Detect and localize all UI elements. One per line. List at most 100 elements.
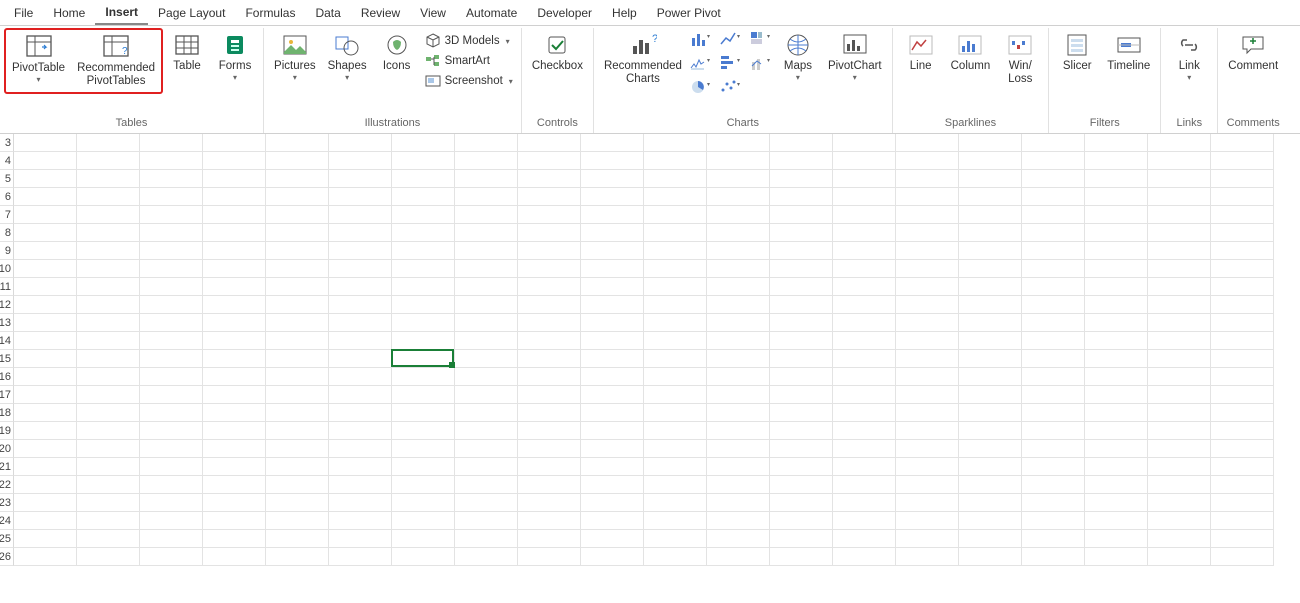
cell[interactable] <box>77 422 140 440</box>
cell[interactable] <box>455 242 518 260</box>
cell[interactable] <box>1022 152 1085 170</box>
cell[interactable] <box>1085 530 1148 548</box>
shapes-button[interactable]: Shapes ▾ <box>324 30 371 83</box>
cell[interactable] <box>770 296 833 314</box>
cell[interactable] <box>644 512 707 530</box>
row-header[interactable]: 4 <box>0 152 14 170</box>
cell[interactable] <box>581 170 644 188</box>
cell[interactable] <box>329 206 392 224</box>
cell[interactable] <box>1211 368 1274 386</box>
hierarchy-chart-button[interactable]: ▾ <box>750 30 772 48</box>
cell[interactable] <box>1022 296 1085 314</box>
cell[interactable] <box>203 404 266 422</box>
tab-home[interactable]: Home <box>43 0 95 25</box>
cell[interactable] <box>455 512 518 530</box>
cell[interactable] <box>329 296 392 314</box>
cell[interactable] <box>581 332 644 350</box>
cell[interactable] <box>392 512 455 530</box>
recommended-pivottables-button[interactable]: ? Recommended PivotTables <box>73 32 159 90</box>
cell[interactable] <box>896 404 959 422</box>
cell[interactable] <box>707 332 770 350</box>
cell[interactable] <box>581 440 644 458</box>
cell[interactable] <box>707 242 770 260</box>
cell[interactable] <box>203 278 266 296</box>
cell[interactable] <box>77 512 140 530</box>
cell[interactable] <box>329 512 392 530</box>
cell[interactable] <box>14 548 77 566</box>
cell[interactable] <box>266 458 329 476</box>
cell[interactable] <box>518 458 581 476</box>
row-header[interactable]: 6 <box>0 188 14 206</box>
cell[interactable] <box>266 476 329 494</box>
grid-row[interactable]: 5 <box>0 170 1300 188</box>
cell[interactable] <box>140 350 203 368</box>
cell[interactable] <box>1148 368 1211 386</box>
cell[interactable] <box>14 422 77 440</box>
cell[interactable] <box>203 458 266 476</box>
cell[interactable] <box>644 134 707 152</box>
cell[interactable] <box>707 404 770 422</box>
cell[interactable] <box>455 134 518 152</box>
cell[interactable] <box>518 404 581 422</box>
cell[interactable] <box>644 530 707 548</box>
cell[interactable] <box>203 170 266 188</box>
cell[interactable] <box>1211 440 1274 458</box>
cell[interactable] <box>455 404 518 422</box>
cell[interactable] <box>1211 332 1274 350</box>
column-chart-button[interactable]: ▾ <box>690 30 712 48</box>
cell[interactable] <box>1211 170 1274 188</box>
cell[interactable] <box>959 170 1022 188</box>
row-header[interactable]: 20 <box>0 440 14 458</box>
grid-row[interactable]: 21 <box>0 458 1300 476</box>
cell[interactable] <box>14 332 77 350</box>
maps-button[interactable]: Maps ▾ <box>776 30 820 83</box>
cell[interactable] <box>140 170 203 188</box>
cell[interactable] <box>266 278 329 296</box>
cell[interactable] <box>518 278 581 296</box>
cell[interactable] <box>959 350 1022 368</box>
cell[interactable] <box>959 332 1022 350</box>
cell[interactable] <box>1085 386 1148 404</box>
statistical-chart-button[interactable]: ▾ <box>690 54 712 72</box>
cell[interactable] <box>1085 188 1148 206</box>
cell[interactable] <box>581 530 644 548</box>
cell[interactable] <box>770 332 833 350</box>
cell[interactable] <box>266 188 329 206</box>
cell[interactable] <box>1085 548 1148 566</box>
cell[interactable] <box>14 386 77 404</box>
cell[interactable] <box>1148 512 1211 530</box>
cell[interactable] <box>644 314 707 332</box>
cell[interactable] <box>392 530 455 548</box>
cell[interactable] <box>1148 224 1211 242</box>
cell[interactable] <box>14 278 77 296</box>
cell[interactable] <box>140 440 203 458</box>
table-button[interactable]: Table <box>165 30 209 75</box>
cell[interactable] <box>518 548 581 566</box>
cell[interactable] <box>1022 278 1085 296</box>
cell[interactable] <box>266 242 329 260</box>
icons-button[interactable]: Icons <box>375 30 419 75</box>
cell[interactable] <box>581 134 644 152</box>
cell[interactable] <box>581 296 644 314</box>
cell[interactable] <box>959 260 1022 278</box>
cell[interactable] <box>392 224 455 242</box>
cell[interactable] <box>329 350 392 368</box>
cell[interactable] <box>707 458 770 476</box>
row-header[interactable]: 11 <box>0 278 14 296</box>
cell[interactable] <box>1022 170 1085 188</box>
cell[interactable] <box>77 206 140 224</box>
cell[interactable] <box>518 386 581 404</box>
cell[interactable] <box>140 386 203 404</box>
cell[interactable] <box>1148 476 1211 494</box>
cell[interactable] <box>581 476 644 494</box>
cell[interactable] <box>392 170 455 188</box>
grid-row[interactable]: 17 <box>0 386 1300 404</box>
cell[interactable] <box>518 170 581 188</box>
cell[interactable] <box>1211 278 1274 296</box>
cell[interactable] <box>770 278 833 296</box>
cell[interactable] <box>770 368 833 386</box>
cell[interactable] <box>392 314 455 332</box>
cell[interactable] <box>518 260 581 278</box>
row-header[interactable]: 16 <box>0 368 14 386</box>
cell[interactable] <box>644 224 707 242</box>
